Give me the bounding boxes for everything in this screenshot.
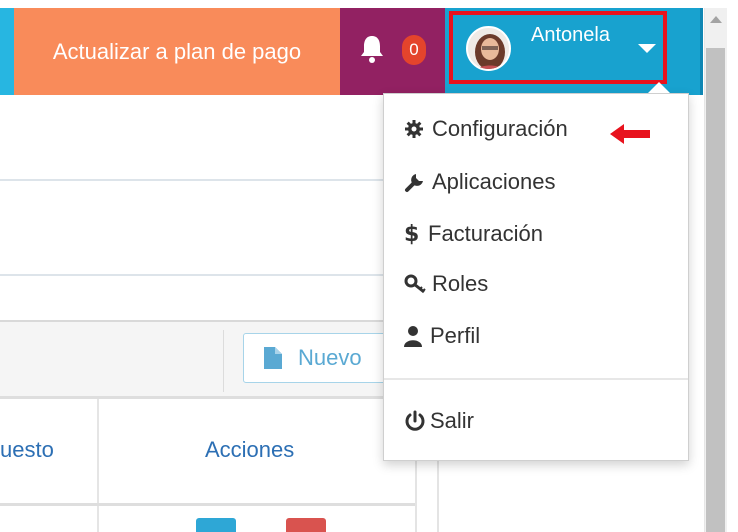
- menu-item-label: Facturación: [428, 221, 543, 246]
- menu-item-configuracion[interactable]: Configuración: [404, 111, 568, 147]
- wrench-icon: [404, 170, 428, 194]
- gear-icon: [404, 117, 428, 141]
- scroll-up-arrow-icon[interactable]: [710, 16, 722, 23]
- navbar-left-strip: [0, 8, 14, 95]
- menu-item-aplicaciones[interactable]: Aplicaciones: [404, 164, 556, 200]
- file-icon: [264, 347, 282, 369]
- column-separator: [97, 506, 99, 532]
- menu-item-label: Configuración: [432, 116, 568, 141]
- delete-action-button[interactable]: [286, 518, 326, 532]
- notifications-button[interactable]: 0: [340, 8, 445, 95]
- menu-item-salir[interactable]: Salir: [404, 403, 474, 439]
- menu-item-label: Perfil: [430, 323, 481, 348]
- menu-item-label: Salir: [430, 408, 475, 433]
- user-menu-highlight-box: [449, 11, 667, 84]
- edit-action-button[interactable]: [196, 518, 236, 532]
- menu-item-perfil[interactable]: Perfil: [404, 318, 480, 354]
- dropdown-caret: [648, 82, 670, 93]
- user-icon: [404, 324, 428, 348]
- upgrade-plan-button[interactable]: Actualizar a plan de pago: [14, 8, 340, 95]
- column-header-actions[interactable]: Acciones: [205, 437, 294, 463]
- new-button-label: Nuevo: [298, 345, 362, 370]
- section-divider: [0, 274, 440, 276]
- column-header-tax[interactable]: uesto: [0, 437, 54, 463]
- menu-item-roles[interactable]: Roles: [404, 266, 488, 302]
- scrollbar-thumb[interactable]: [706, 48, 725, 532]
- upgrade-plan-label: Actualizar a plan de pago: [52, 38, 302, 64]
- toolbar-separator: [223, 330, 224, 392]
- key-icon: [404, 272, 428, 296]
- notifications-count-badge: 0: [402, 35, 426, 65]
- menu-item-label: Roles: [432, 271, 489, 296]
- annotation-arrow-icon: [610, 124, 650, 144]
- menu-item-facturacion[interactable]: $ Facturación: [404, 216, 543, 252]
- new-button[interactable]: Nuevo: [243, 333, 391, 383]
- bell-icon: [361, 36, 383, 63]
- power-icon: [404, 409, 428, 433]
- section-divider: [0, 179, 440, 181]
- column-separator: [97, 399, 99, 503]
- dollar-icon: $: [404, 221, 420, 247]
- menu-divider: [384, 378, 688, 380]
- navbar-right-edge: [700, 8, 703, 95]
- menu-item-label: Aplicaciones: [432, 169, 556, 194]
